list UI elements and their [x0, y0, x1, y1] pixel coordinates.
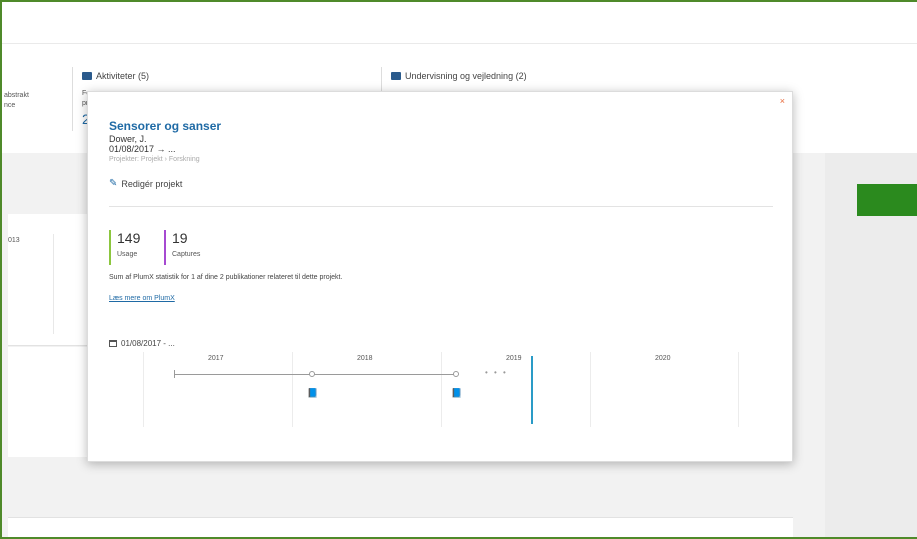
timeline-marker[interactable] [309, 371, 315, 377]
edit-project-label: Redigér projekt [121, 178, 183, 189]
card-year: 013 [8, 237, 20, 244]
usage-value: 149 [117, 230, 141, 246]
timeline-ongoing-indicator: • • • [485, 368, 508, 377]
date-range: 01/08/2017 - ... [109, 339, 175, 348]
teaching-title: Undervisning og vejledning (2) [405, 71, 527, 81]
timeline-year: 2018 [357, 355, 373, 362]
background-card-3 [8, 517, 793, 539]
close-icon[interactable]: × [780, 96, 785, 106]
captures-metric: 19 Captures [164, 230, 200, 265]
timeline-column-2019: 2019 [441, 352, 590, 427]
timeline-year: 2020 [655, 355, 671, 362]
project-date: 01/08/2017 → ... [109, 144, 176, 154]
date-range-label: 01/08/2017 - ... [121, 339, 175, 348]
page-header [2, 2, 917, 44]
stats-left-text: abstrakt [4, 92, 29, 99]
project-type: Projekter: Projekt › Forskning [109, 156, 200, 163]
stats-divider [72, 67, 73, 131]
briefcase-icon [82, 72, 92, 80]
primary-action-button[interactable] [857, 184, 917, 216]
teaching-heading[interactable]: Undervisning og vejledning (2) [391, 71, 527, 81]
activities-title: Aktiviteter (5) [96, 71, 150, 81]
project-timeline: 2017 2018 2019 2020 • • • 📘 📘 [143, 352, 739, 427]
presentation-icon [391, 72, 401, 80]
timeline-year: 2017 [208, 355, 224, 362]
activities-heading[interactable]: Aktiviteter (5) [82, 71, 149, 81]
timeline-year: 2019 [506, 355, 522, 362]
popup-divider [109, 206, 773, 207]
timeline-marker[interactable] [453, 371, 459, 377]
book-icon[interactable]: 📘 [451, 388, 462, 399]
captures-value: 19 [172, 230, 188, 246]
timeline-track [174, 374, 456, 375]
plumx-link[interactable]: Læs mere om PlumX [109, 295, 175, 302]
project-popup: × Sensorer og sanser Dower, J. 01/08/201… [87, 91, 793, 462]
project-title[interactable]: Sensorer og sanser [109, 119, 221, 133]
captures-label: Captures [172, 251, 201, 258]
timeline-column-2017: 2017 [143, 352, 292, 427]
edit-project-link[interactable]: ✎ Redigér projekt [109, 178, 182, 189]
project-author: Dower, J. [109, 134, 147, 144]
timeline-column-2020: 2020 [590, 352, 739, 427]
usage-metric: 149 Usage [109, 230, 140, 265]
stats-left-text-2: nce [4, 102, 16, 109]
pencil-icon: ✎ [109, 178, 118, 189]
timeline-today-line [531, 356, 533, 424]
calendar-icon [109, 340, 117, 347]
usage-label: Usage [117, 251, 138, 258]
plumx-summary: Sum af PlumX statistik for 1 af dine 2 p… [109, 274, 343, 281]
card-divider [53, 234, 54, 334]
book-icon[interactable]: 📘 [307, 388, 318, 399]
